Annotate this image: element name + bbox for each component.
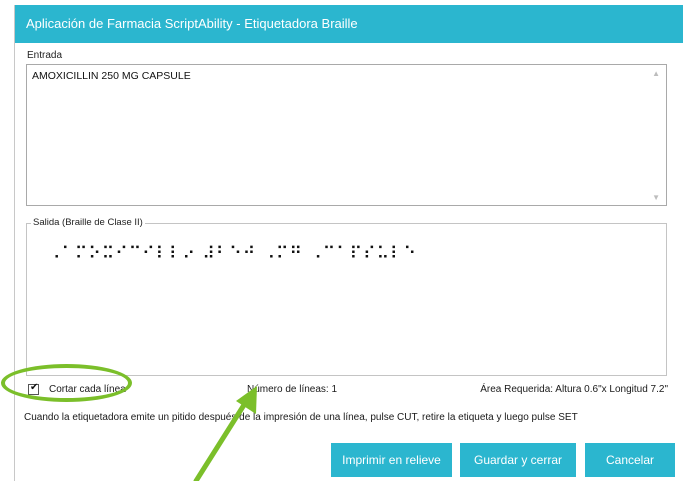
instructions-text: Cuando la etiquetadora emite un pitido d…: [24, 412, 578, 423]
scroll-up-icon[interactable]: ▲: [652, 69, 660, 78]
save-close-button[interactable]: Guardar y cerrar: [460, 443, 576, 477]
cancel-button[interactable]: Cancelar: [585, 443, 675, 477]
scroll-down-icon[interactable]: ▼: [652, 193, 660, 202]
input-text-value: AMOXICILLIN 250 MG CAPSULE: [32, 70, 191, 82]
input-label: Entrada: [27, 50, 63, 61]
highlight-circle: [1, 364, 132, 402]
braille-labeler-dialog: Aplicación de Farmacia ScriptAbility - E…: [14, 5, 683, 481]
output-braille-box: Salida (Braille de Clase II) ⠠⠁⠍⠕⠭⠊⠉⠊⠇⠇⠔…: [26, 217, 667, 376]
output-label: Salida (Braille de Clase II): [31, 217, 145, 228]
emboss-button[interactable]: Imprimir en relieve: [331, 443, 452, 477]
window-title: Aplicación de Farmacia ScriptAbility - E…: [15, 5, 683, 43]
line-count-text: Número de líneas: 1: [247, 384, 338, 395]
braille-output-text: ⠠⠁⠍⠕⠭⠊⠉⠊⠇⠇⠔ ⠼⠃⠑⠚ ⠠⠍⠛ ⠠⠉⠁⠏⠎⠥⠇⠑: [48, 244, 417, 264]
input-textarea[interactable]: AMOXICILLIN 250 MG CAPSULE ▲ ▼: [26, 64, 667, 206]
required-area-text: Área Requerida: Altura 0.6"x Longitud 7.…: [480, 384, 668, 395]
